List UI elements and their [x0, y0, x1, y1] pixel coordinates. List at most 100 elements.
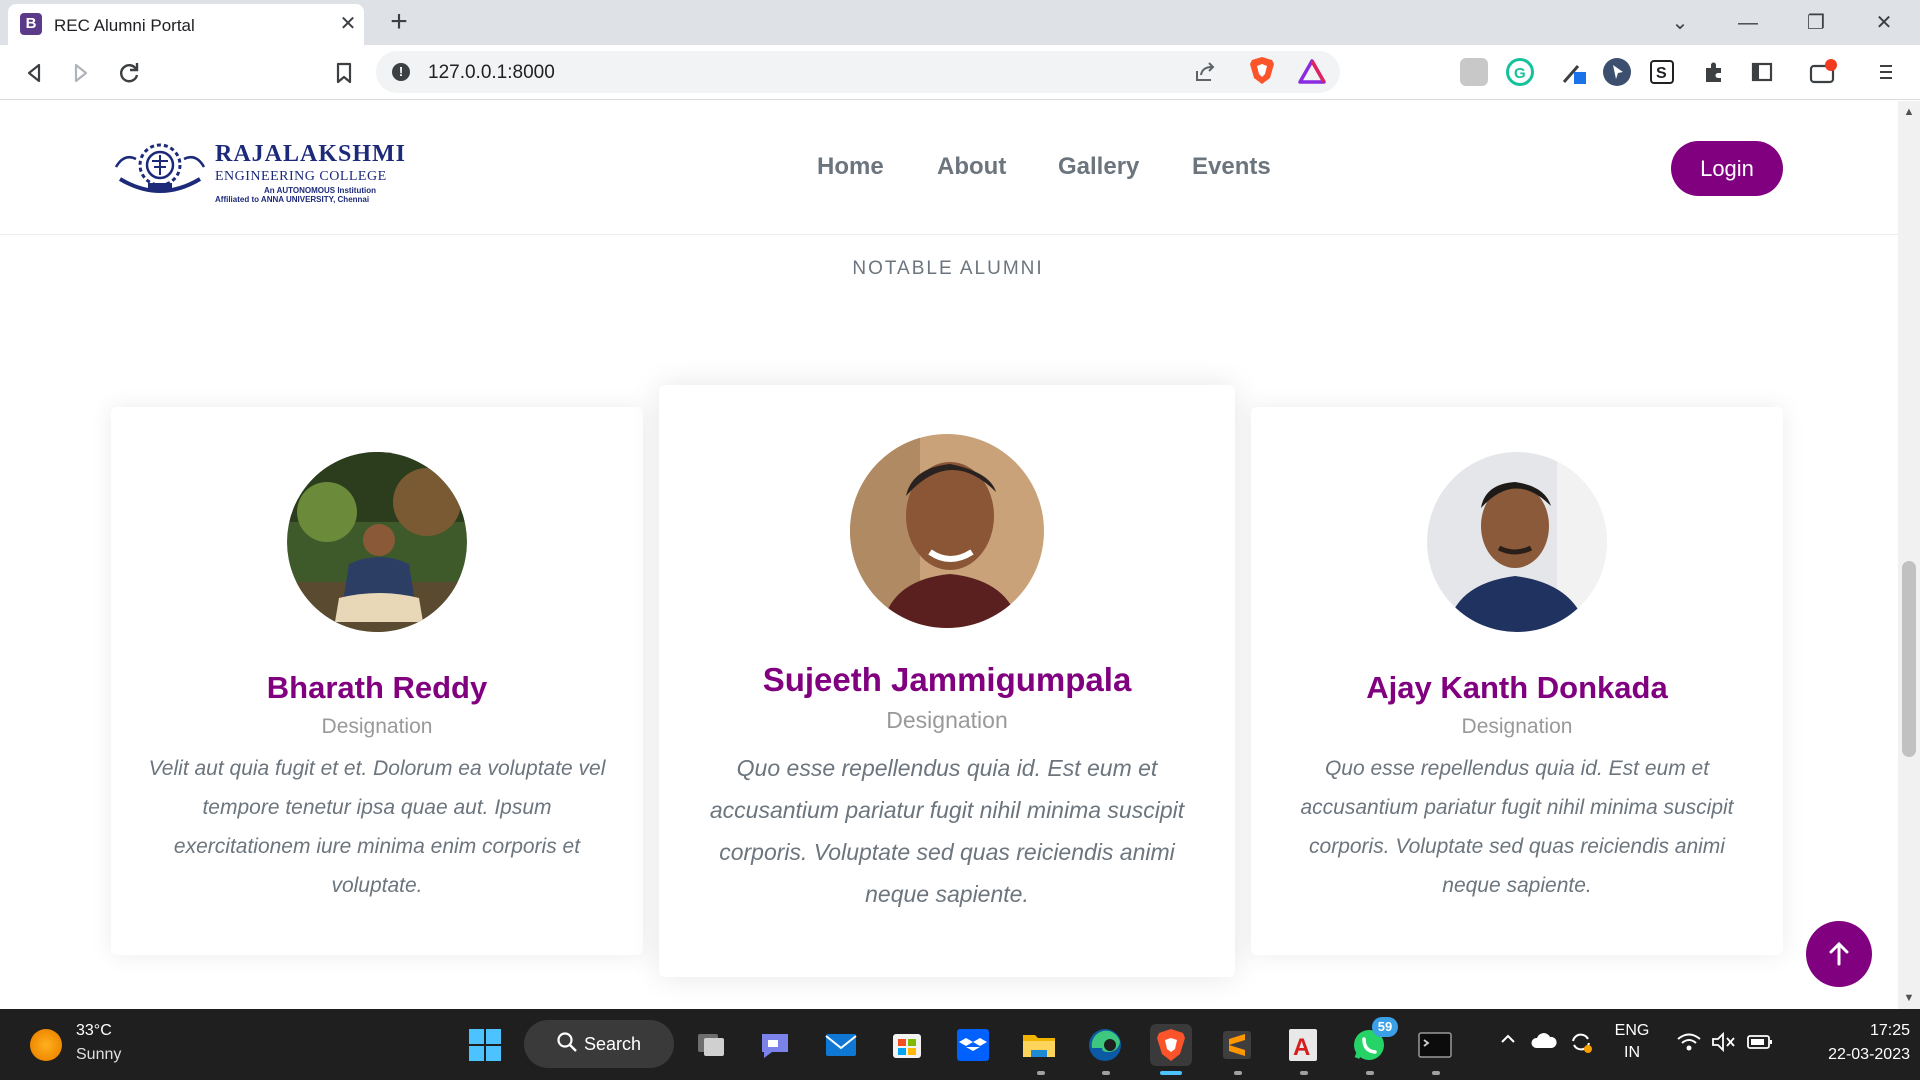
brave-rewards-icon[interactable]: [1298, 58, 1326, 86]
ms-store-icon[interactable]: [886, 1024, 928, 1066]
terminal-running-indicator: [1432, 1071, 1440, 1075]
browser-menu-icon[interactable]: [1872, 58, 1900, 86]
site-header: RAJALAKSHMI ENGINEERING COLLEGE An AUTON…: [0, 101, 1898, 235]
browser-tab[interactable]: B REC Alumni Portal ✕: [8, 4, 364, 45]
tab-close-icon[interactable]: ✕: [336, 12, 360, 36]
arrow-up-icon: [1829, 941, 1849, 966]
reload-icon[interactable]: [113, 57, 145, 89]
address-bar[interactable]: ! 127.0.0.1:8000: [376, 51, 1340, 93]
edge-running-indicator: [1102, 1071, 1110, 1075]
sync-icon[interactable]: [1568, 1029, 1594, 1060]
file-explorer-running-indicator: [1037, 1071, 1045, 1075]
grammarly-icon[interactable]: G: [1506, 58, 1534, 86]
start-windows-icon[interactable]: [464, 1024, 506, 1066]
terminal-icon[interactable]: [1414, 1024, 1456, 1066]
brave-browser-icon[interactable]: [1150, 1024, 1192, 1066]
volume-muted-icon[interactable]: [1710, 1031, 1736, 1058]
alumni-designation: Designation: [321, 715, 433, 738]
logo-affiliation: Affiliated to ANNA UNIVERSITY, Chennai: [215, 195, 370, 204]
weather-sun-icon[interactable]: [30, 1029, 62, 1061]
svg-text:G: G: [1514, 65, 1526, 82]
forward-icon[interactable]: [65, 57, 97, 89]
color-picker-icon[interactable]: [1560, 58, 1588, 86]
s-extension-icon[interactable]: S: [1650, 60, 1674, 84]
tab-favicon-icon: B: [20, 13, 42, 35]
minimize-icon[interactable]: —: [1733, 8, 1763, 38]
alumni-name: Ajay Kanth Donkada: [1366, 670, 1668, 705]
scroll-down-icon[interactable]: ▼: [1898, 989, 1920, 1007]
onedrive-cloud-icon[interactable]: [1530, 1031, 1558, 1056]
task-view-icon[interactable]: [690, 1024, 732, 1066]
alumni-avatar: [287, 452, 467, 632]
dropbox-icon[interactable]: [952, 1024, 994, 1066]
section-title: NOTABLE ALUMNI: [852, 258, 1044, 279]
tab-title: REC Alumni Portal: [54, 16, 195, 35]
window-close-icon[interactable]: ✕: [1869, 8, 1899, 38]
address-url[interactable]: 127.0.0.1:8000: [428, 62, 555, 84]
battery-icon[interactable]: [1746, 1033, 1774, 1056]
tab-search-chevron-icon[interactable]: ⌄: [1665, 8, 1695, 38]
weather-temperature[interactable]: 33°C: [76, 1022, 112, 1040]
alumni-designation: Designation: [886, 707, 1008, 733]
login-button[interactable]: Login: [1671, 141, 1783, 196]
browser-tab-strip: B REC Alumni Portal ✕ + ⌄ — ❐ ✕: [0, 0, 1920, 45]
college-emblem-icon: [114, 139, 206, 197]
cursor-extension-icon[interactable]: [1603, 58, 1631, 86]
alumni-name: Bharath Reddy: [266, 670, 488, 705]
new-tab-icon[interactable]: +: [384, 7, 414, 38]
language-code: ENG: [1614, 1022, 1650, 1039]
back-icon[interactable]: [18, 57, 50, 89]
wallet-icon[interactable]: [1808, 58, 1837, 86]
nav-gallery[interactable]: Gallery: [1058, 153, 1139, 181]
taskbar-search-label: Search: [584, 1034, 642, 1054]
acrobat-reader-icon[interactable]: A: [1282, 1024, 1324, 1066]
taskbar-search[interactable]: Search: [524, 1020, 674, 1068]
restore-icon[interactable]: ❐: [1801, 8, 1831, 38]
page-viewport: RAJALAKSHMI ENGINEERING COLLEGE An AUTON…: [0, 101, 1898, 1009]
edge-browser-icon[interactable]: [1084, 1024, 1126, 1066]
weather-condition[interactable]: Sunny: [76, 1046, 121, 1064]
clock-date[interactable]: 22-03-2023: [1796, 1046, 1910, 1064]
alumni-designation: Designation: [1461, 715, 1573, 738]
wifi-icon[interactable]: [1676, 1031, 1702, 1058]
brave-shields-icon[interactable]: [1248, 56, 1276, 84]
sidebar-toggle-icon[interactable]: [1748, 58, 1776, 86]
bookmark-icon[interactable]: [328, 57, 360, 89]
browser-toolbar: ! 127.0.0.1:8000 G S: [0, 45, 1920, 100]
alumni-card: Ajay Kanth Donkada Designation Quo esse …: [1251, 407, 1783, 955]
svg-text:S: S: [1656, 65, 1667, 82]
logo-tagline: An AUTONOMOUS Institution: [264, 186, 376, 195]
extensions-puzzle-icon[interactable]: [1700, 58, 1728, 86]
search-icon: [557, 1032, 577, 1052]
scroll-thumb[interactable]: [1902, 561, 1916, 757]
sublime-text-icon[interactable]: [1216, 1024, 1258, 1066]
file-explorer-icon[interactable]: [1018, 1024, 1060, 1066]
profile-extension-icon[interactable]: [1460, 58, 1488, 86]
nav-about[interactable]: About: [937, 153, 1006, 181]
nav-events[interactable]: Events: [1192, 153, 1271, 181]
language-indicator[interactable]: ENG IN: [1610, 1022, 1654, 1062]
alumni-quote: Quo esse repellendus quia id. Est eum et…: [1300, 757, 1734, 897]
teams-chat-icon[interactable]: [754, 1024, 796, 1066]
scroll-up-icon[interactable]: ▲: [1898, 103, 1920, 121]
whatsapp-unread-badge: 59: [1372, 1017, 1398, 1037]
logo-subtitle: ENGINEERING COLLEGE: [215, 169, 387, 184]
back-to-top-button[interactable]: [1806, 921, 1872, 987]
alumni-card-featured: Sujeeth Jammigumpala Designation Quo ess…: [659, 385, 1235, 977]
whatsapp-running-indicator: [1366, 1071, 1374, 1075]
clock-time[interactable]: 17:25: [1846, 1022, 1910, 1040]
alumni-avatar: [850, 434, 1044, 628]
site-info-icon[interactable]: !: [392, 63, 410, 81]
svg-text:A: A: [1293, 1034, 1310, 1061]
mail-icon[interactable]: [820, 1024, 862, 1066]
alumni-card: Bharath Reddy Designation Velit aut quia…: [111, 407, 643, 955]
region-code: IN: [1624, 1044, 1640, 1061]
college-logo[interactable]: RAJALAKSHMI ENGINEERING COLLEGE An AUTON…: [114, 139, 414, 204]
page-scrollbar[interactable]: ▲ ▼: [1898, 101, 1920, 1009]
sublime-running-indicator: [1234, 1071, 1242, 1075]
alumni-quote: Quo esse repellendus quia id. Est eum et…: [709, 755, 1185, 907]
tray-overflow-chevron-icon[interactable]: [1497, 1029, 1519, 1054]
taskbar: 33°C Sunny Search A 59 ENG IN 17:25 22-0…: [0, 1009, 1920, 1080]
nav-home[interactable]: Home: [817, 153, 884, 181]
share-icon[interactable]: [1192, 59, 1218, 85]
